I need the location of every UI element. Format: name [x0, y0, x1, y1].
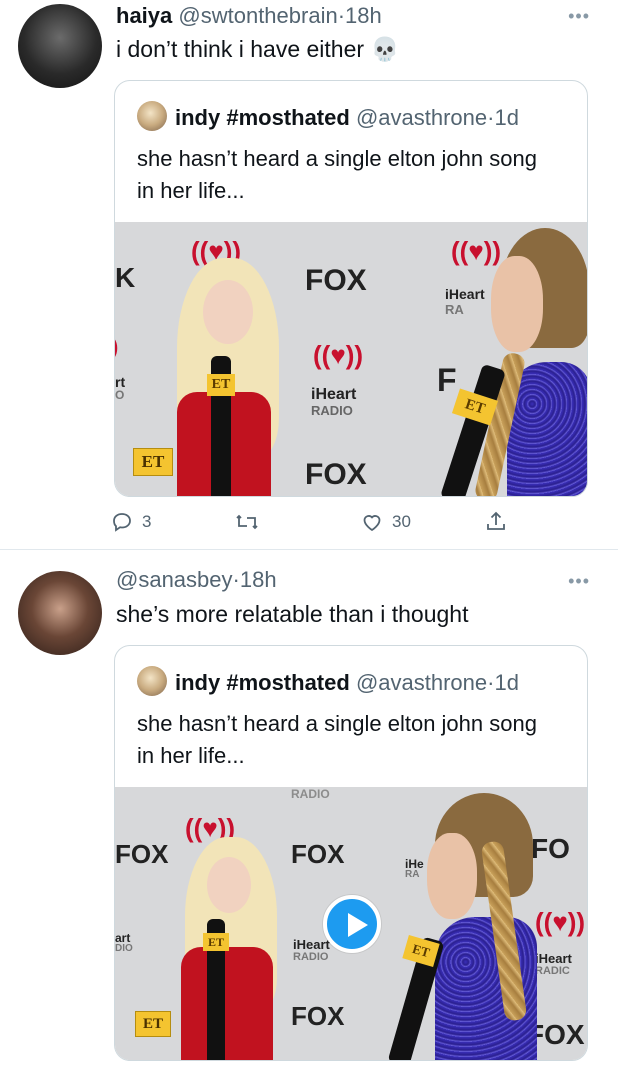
- quoted-avatar: [137, 666, 167, 696]
- reply-icon: [113, 513, 131, 532]
- tweet-text: i don’t think i have either 💀: [116, 36, 400, 62]
- partial-text: DIO: [115, 943, 133, 954]
- skull-emoji: 💀: [370, 36, 400, 62]
- radio-text: RADIC: [535, 965, 570, 977]
- quoted-tweet[interactable]: indy #mosthated @avasthrone·1d she hasn’…: [114, 645, 588, 1061]
- timestamp[interactable]: 18h: [240, 567, 277, 592]
- display-name[interactable]: haiya: [116, 3, 172, 28]
- quoted-username: @avasthrone: [355, 670, 488, 695]
- quoted-display-name: indy #mosthated: [175, 105, 350, 130]
- quoted-tweet[interactable]: indy #mosthated @avasthrone·1d she hasn’…: [114, 80, 588, 497]
- et-mic-flag: ET: [203, 933, 229, 951]
- et-badge: ET: [133, 448, 173, 476]
- iheart-logo-icon: ): [115, 334, 118, 360]
- partial-logo: K: [115, 262, 136, 293]
- like-button[interactable]: 30: [360, 510, 411, 534]
- fox-logo: FOX: [305, 264, 367, 297]
- interviewer-face: [491, 256, 543, 352]
- tweet-header: haiya @swtonthebrain·18h: [116, 3, 382, 28]
- partial-text: O: [115, 388, 125, 402]
- iheart-logo-icon: ((♥)): [313, 340, 364, 370]
- tweet[interactable]: @sanasbey·18h ••• she’s more relatable t…: [0, 551, 618, 1080]
- share-button[interactable]: [484, 510, 508, 534]
- radio-text: RA: [405, 869, 420, 880]
- avatar[interactable]: [18, 571, 102, 655]
- quoted-avatar: [137, 101, 167, 131]
- quoted-display-name: indy #mosthated: [175, 670, 350, 695]
- retweet-icon: [236, 514, 258, 530]
- avatar[interactable]: [18, 4, 102, 88]
- quoted-timestamp: 1d: [494, 670, 519, 695]
- et-badge: ET: [135, 1011, 171, 1037]
- radio-text: RADIO: [293, 951, 329, 963]
- media-image[interactable]: ((♥)) FOX ((♥)) iHeart RADIO FOX ((♥)) i…: [115, 222, 587, 496]
- fox-logo: FOX: [291, 1001, 345, 1031]
- ellipsis-icon[interactable]: •••: [568, 571, 590, 592]
- face: [207, 857, 251, 913]
- et-mic-flag: ET: [207, 374, 235, 396]
- interviewer-face: [427, 833, 477, 919]
- fox-logo: FOX: [305, 458, 367, 491]
- timestamp[interactable]: 18h: [345, 3, 382, 28]
- red-dress: [181, 947, 273, 1060]
- fox-logo: FOX: [291, 839, 345, 869]
- quoted-username: @avasthrone: [355, 105, 488, 130]
- face: [203, 280, 253, 344]
- quoted-tweet-text: she hasn’t heard a single elton john son…: [137, 146, 537, 203]
- tweet-actions: 3 30: [108, 510, 528, 540]
- radio-text: RA: [445, 302, 464, 317]
- quoted-timestamp: 1d: [494, 105, 519, 130]
- iheart-logo-icon: ((♥)): [451, 236, 502, 266]
- ellipsis-icon[interactable]: •••: [568, 6, 590, 27]
- radio-text: RADIO: [311, 403, 353, 418]
- tweet-text: she’s more relatable than i thought: [116, 601, 469, 627]
- username[interactable]: @sanasbey: [116, 567, 233, 592]
- tweet-header: @sanasbey·18h: [116, 567, 277, 592]
- retweet-button[interactable]: [234, 510, 260, 534]
- iheart-text: iHeart: [535, 951, 572, 966]
- play-icon[interactable]: [323, 895, 381, 953]
- username[interactable]: @swtonthebrain: [178, 3, 337, 28]
- fox-logo: FO: [531, 833, 570, 864]
- reply-count: 3: [142, 512, 152, 531]
- reply-button[interactable]: 3: [110, 510, 151, 534]
- quoted-tweet-header: indy #mosthated @avasthrone·1d: [137, 101, 519, 132]
- tweet[interactable]: haiya @swtonthebrain·18h ••• i don’t thi…: [0, 0, 618, 550]
- iheart-text: iHeart: [311, 386, 357, 403]
- partial-logo: FOX: [115, 839, 169, 869]
- heart-icon: [363, 515, 381, 532]
- like-count: 30: [392, 512, 411, 531]
- iheart-text: iHeart: [445, 286, 485, 302]
- media-video[interactable]: RADIO ((♥)) FOX FOX FO FOX FOX iHeart RA…: [115, 787, 587, 1060]
- iheart-logo-icon: ((♥)): [535, 907, 586, 937]
- radio-text: RADIO: [291, 787, 330, 801]
- fox-logo: F: [437, 362, 457, 398]
- quoted-tweet-text: she hasn’t heard a single elton john son…: [137, 711, 537, 768]
- iheart-text: iHeart: [293, 937, 330, 952]
- quoted-tweet-header: indy #mosthated @avasthrone·1d: [137, 666, 519, 697]
- share-icon: [487, 511, 505, 530]
